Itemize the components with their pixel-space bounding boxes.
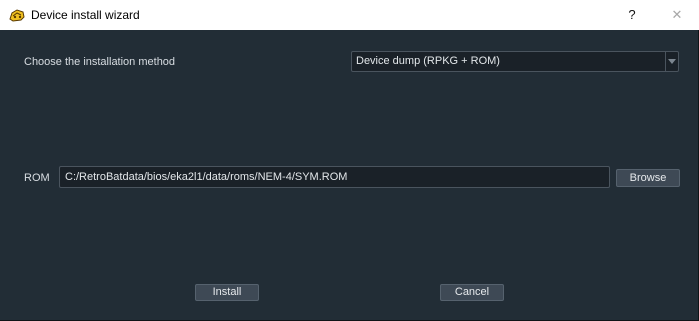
title-bar: Device install wizard ? ✕	[0, 0, 699, 30]
browse-button[interactable]: Browse	[616, 169, 680, 187]
install-wizard-dialog: Device install wizard ? ✕ Choose the ins…	[0, 0, 699, 321]
cancel-button[interactable]: Cancel	[440, 284, 504, 301]
close-button[interactable]: ✕	[664, 0, 690, 30]
chevron-down-icon[interactable]	[665, 52, 678, 71]
installation-method-label: Choose the installation method	[24, 56, 176, 68]
installation-method-dropdown[interactable]: Device dump (RPKG + ROM)	[351, 51, 679, 72]
install-button[interactable]: Install	[195, 284, 259, 301]
help-button[interactable]: ?	[620, 0, 644, 30]
window-title: Device install wizard	[31, 8, 140, 22]
rom-path-value: C:/RetroBatdata/bios/eka2l1/data/roms/NE…	[65, 171, 348, 183]
rom-label: ROM	[24, 172, 50, 184]
rom-path-input[interactable]: C:/RetroBatdata/bios/eka2l1/data/roms/NE…	[59, 166, 610, 188]
app-icon	[8, 7, 26, 23]
installation-method-selected: Device dump (RPKG + ROM)	[356, 55, 500, 67]
